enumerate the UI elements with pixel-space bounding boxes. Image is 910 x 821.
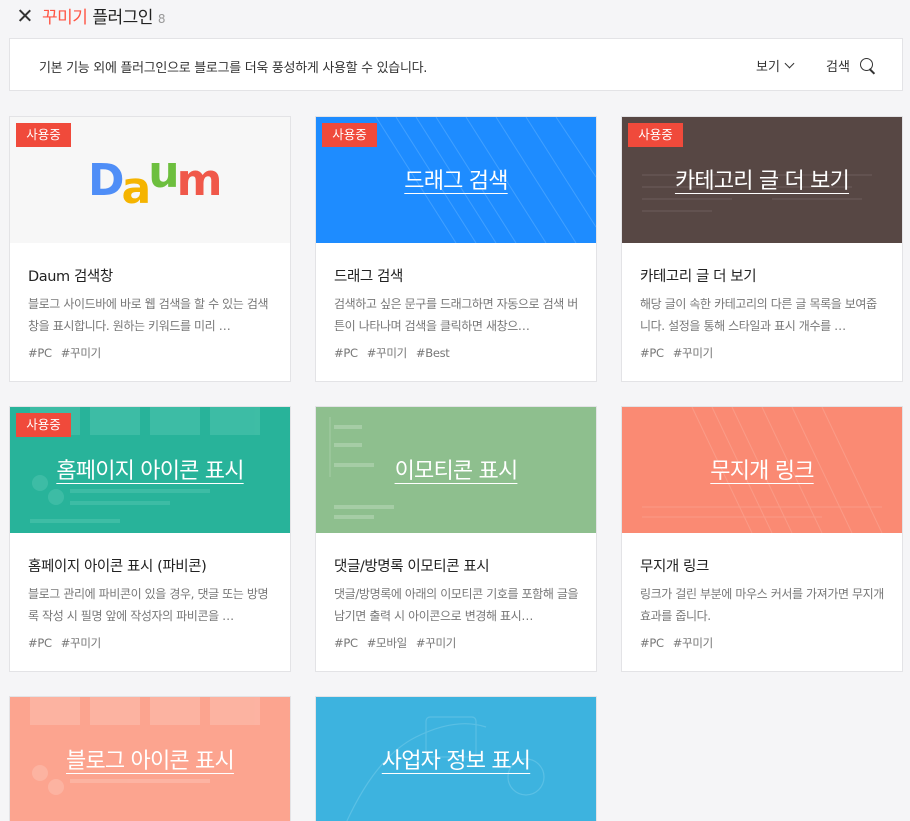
plugin-card-daum-search[interactable]: Daum 사용중 Daum 검색창 블로그 사이드바에 바로 웹 검색을 할 수… [9, 116, 291, 382]
card-description: 링크가 걸린 부분에 마우스 커서를 가져가면 무지개 효과를 줍니다. [640, 587, 884, 623]
search-label: 검색 [826, 60, 850, 75]
card-description: 검색하고 싶은 문구를 드래그하면 자동으로 검색 버튼이 나타나며 검색을 클… [334, 297, 578, 333]
plugin-card-drag-search[interactable]: 드래그 검색 사용중 드래그 검색 검색하고 싶은 문구를 드래그하면 자동으로… [315, 116, 597, 382]
card-title: 카테고리 글 더 보기 [640, 269, 757, 285]
tag[interactable]: #PC [28, 636, 52, 650]
tag[interactable]: #꾸미기 [61, 346, 101, 360]
search-icon [859, 57, 877, 75]
daum-logo: Daum [88, 147, 222, 214]
chevron-down-icon [784, 58, 795, 69]
in-use-badge: 사용중 [16, 123, 71, 147]
card-description: 댓글/방명록에 아래의 이모티콘 기호를 포함해 글을 남기면 출력 시 아이콘… [334, 587, 579, 623]
card-description: 블로그 사이드바에 바로 웹 검색을 할 수 있는 검색창을 표시합니다. 원하… [28, 297, 269, 333]
card-thumbnail: 무지개 링크 [622, 407, 902, 533]
tag[interactable]: #꾸미기 [61, 636, 101, 650]
card-title: 댓글/방명록 이모티콘 표시 [334, 559, 490, 575]
tag[interactable]: #PC [28, 346, 52, 360]
info-bar: 기본 기능 외에 플러그인으로 블로그를 더욱 풍성하게 사용할 수 있습니다.… [9, 38, 903, 91]
thumbnail-label: 블로그 아이콘 표시 [66, 749, 235, 774]
plugin-count: 8 [157, 12, 166, 26]
plugin-card-emoticon[interactable]: 이모티콘 표시 댓글/방명록 이모티콘 표시 댓글/방명록에 아래의 이모티콘 … [315, 406, 597, 672]
card-description: 블로그 관리에 파비콘이 있을 경우, 댓글 또는 방명록 작성 시 필명 앞에… [28, 587, 269, 623]
thumbnail-label: 사업자 정보 표시 [381, 749, 531, 774]
card-description: 해당 글이 속한 카테고리의 다른 글 목록을 보여줍니다. 설정을 통해 스타… [640, 297, 877, 333]
thumbnail-label: 무지개 링크 [710, 459, 814, 484]
top-bar: 꾸미기 플러그인 8 [0, 0, 910, 32]
tag[interactable]: #모바일 [367, 636, 407, 650]
card-thumbnail: 사업자 정보 표시 [316, 697, 596, 821]
in-use-badge: 사용중 [16, 413, 71, 437]
tag[interactable]: #PC [640, 346, 664, 360]
thumbnail-label: 카테고리 글 더 보기 [674, 169, 850, 194]
tag[interactable]: #PC [334, 636, 358, 650]
tag[interactable]: #꾸미기 [673, 636, 713, 650]
card-thumbnail: 블로그 아이콘 표시 [10, 697, 290, 821]
title-rest: 플러그인 [92, 8, 153, 28]
plugin-card-rainbow-link[interactable]: 무지개 링크 무지개 링크 링크가 걸린 부분에 마우스 커서를 가져가면 무지… [621, 406, 903, 672]
card-tags: #PC #꾸미기 [640, 635, 722, 651]
in-use-badge: 사용중 [628, 123, 683, 147]
info-description: 기본 기능 외에 플러그인으로 블로그를 더욱 풍성하게 사용할 수 있습니다. [39, 61, 428, 76]
card-title: 홈페이지 아이콘 표시 (파비콘) [28, 559, 207, 575]
card-tags: #PC #꾸미기 [640, 345, 722, 361]
plugin-card-business-info[interactable]: 사업자 정보 표시 [315, 696, 597, 821]
tag[interactable]: #Best [416, 346, 450, 360]
plugin-card-blog-icon[interactable]: 블로그 아이콘 표시 [9, 696, 291, 821]
thumbnail-label: 홈페이지 아이콘 표시 [56, 459, 244, 484]
card-tags: #PC #모바일 #꾸미기 [334, 635, 465, 651]
card-tags: #PC #꾸미기 [28, 635, 110, 651]
card-title: 드래그 검색 [334, 269, 403, 285]
plugin-card-favicon[interactable]: 홈페이지 아이콘 표시 사용중 홈페이지 아이콘 표시 (파비콘) 블로그 관리… [9, 406, 291, 672]
in-use-badge: 사용중 [322, 123, 377, 147]
tag[interactable]: #PC [334, 346, 358, 360]
search-button[interactable]: 검색 [826, 56, 877, 75]
tag[interactable]: #꾸미기 [416, 636, 456, 650]
card-thumbnail: 이모티콘 표시 [316, 407, 596, 533]
card-title: 무지개 링크 [640, 559, 709, 575]
view-label: 보기 [756, 60, 780, 75]
card-tags: #PC #꾸미기 [28, 345, 110, 361]
page-title: 꾸미기 플러그인 8 [42, 3, 166, 28]
tag[interactable]: #꾸미기 [673, 346, 713, 360]
plugin-card-category-more[interactable]: 카테고리 글 더 보기 사용중 카테고리 글 더 보기 해당 글이 속한 카테고… [621, 116, 903, 382]
view-dropdown-button[interactable]: 보기 [756, 56, 795, 75]
tag[interactable]: #꾸미기 [367, 346, 407, 360]
close-icon[interactable] [14, 5, 36, 27]
card-tags: #PC #꾸미기 #Best [334, 345, 459, 361]
thumbnail-label: 드래그 검색 [404, 169, 508, 194]
card-title: Daum 검색창 [28, 269, 113, 285]
thumbnail-label: 이모티콘 표시 [394, 459, 519, 484]
tag[interactable]: #PC [640, 636, 664, 650]
title-accent: 꾸미기 [42, 8, 88, 28]
